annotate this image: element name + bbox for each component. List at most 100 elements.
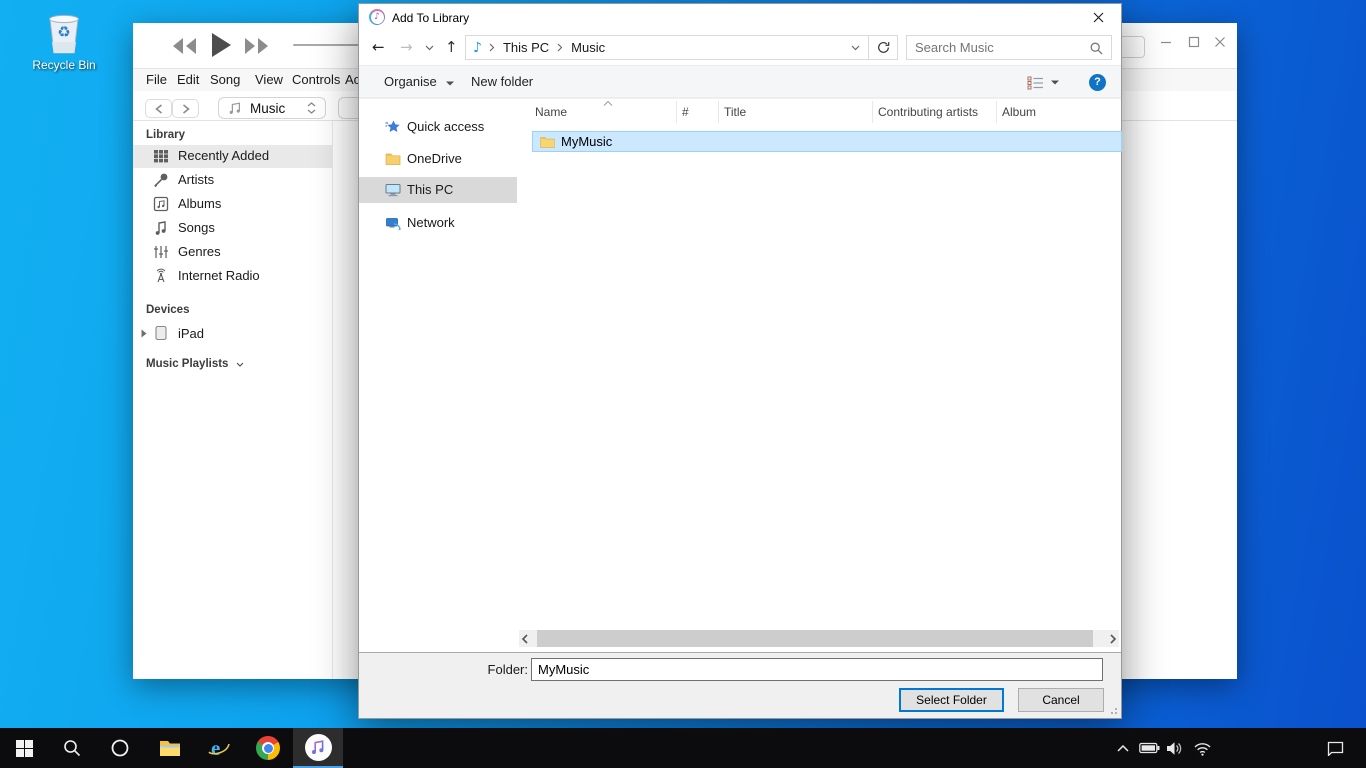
- place-network[interactable]: Network: [359, 210, 517, 236]
- itunes-minimize-button[interactable]: [1155, 32, 1177, 52]
- library-header: Library: [146, 129, 185, 141]
- breadcrumb-chevron-icon[interactable]: [557, 43, 563, 52]
- file-list: Name # Title Contributing artists Album: [517, 99, 1121, 652]
- file-name: MyMusic: [561, 134, 612, 149]
- forward-arrow-button[interactable]: →: [400, 38, 413, 56]
- dialog-title: Add To Library: [392, 11, 469, 25]
- recycle-bin-desktop-icon[interactable]: ♻ Recycle Bin: [24, 8, 104, 72]
- details-view-icon[interactable]: [1027, 76, 1044, 90]
- sidebar-item-label: Songs: [178, 220, 215, 235]
- column-header-name[interactable]: Name: [530, 101, 677, 123]
- recent-locations-chevron-icon[interactable]: [425, 45, 434, 51]
- place-label: This PC: [407, 182, 453, 197]
- file-explorer-icon: [159, 739, 181, 757]
- menu-file[interactable]: File: [146, 72, 167, 87]
- column-header-number[interactable]: #: [677, 101, 719, 123]
- svg-text:♻: ♻: [57, 23, 70, 41]
- place-label: OneDrive: [407, 151, 462, 166]
- menu-controls[interactable]: Controls: [292, 72, 340, 87]
- sidebar-item-recently-added[interactable]: Recently Added: [133, 145, 332, 168]
- file-row-mymusic[interactable]: MyMusic: [532, 131, 1122, 152]
- sidebar-item-label: Albums: [178, 196, 221, 211]
- breadcrumb-music[interactable]: Music: [571, 40, 605, 55]
- sidebar-item-genres[interactable]: Genres: [133, 241, 332, 264]
- up-one-level-button[interactable]: ↑: [445, 38, 458, 56]
- itunes-back-button[interactable]: [145, 99, 172, 118]
- address-dropdown-chevron-icon[interactable]: [851, 45, 860, 51]
- dialog-titlebar[interactable]: ♪ Add To Library: [359, 4, 1121, 31]
- itunes-forward-button[interactable]: [172, 99, 199, 118]
- sidebar-item-songs[interactable]: Songs: [133, 217, 332, 240]
- expand-arrow-icon[interactable]: [141, 329, 147, 338]
- play-button[interactable]: [210, 32, 232, 58]
- music-note-icon: [228, 101, 242, 115]
- new-folder-button[interactable]: New folder: [471, 74, 533, 89]
- organise-menu-button[interactable]: Organise: [384, 74, 454, 89]
- fast-forward-button[interactable]: [244, 37, 270, 55]
- cortana-icon: [111, 739, 129, 757]
- view-dropdown-caret-icon[interactable]: [1051, 80, 1059, 85]
- chrome-button[interactable]: [244, 728, 292, 768]
- column-header-album[interactable]: Album: [997, 101, 1123, 123]
- scroll-right-arrow-icon[interactable]: [1109, 634, 1117, 644]
- taskbar-search-button[interactable]: [48, 728, 96, 768]
- media-kind-dropdown[interactable]: Music: [218, 97, 326, 119]
- rewind-button[interactable]: [171, 37, 197, 55]
- internet-explorer-button[interactable]: e: [195, 728, 243, 768]
- place-this-pc[interactable]: This PC: [359, 177, 517, 203]
- scrollbar-thumb[interactable]: [537, 630, 1093, 647]
- scroll-left-arrow-icon[interactable]: [521, 634, 529, 644]
- back-arrow-button[interactable]: ←: [372, 38, 385, 56]
- folder-name-input[interactable]: [531, 658, 1103, 681]
- search-input[interactable]: [907, 36, 1111, 59]
- dialog-footer: Folder: Select Folder Cancel: [359, 652, 1121, 718]
- itunes-taskbar-button[interactable]: [293, 728, 343, 768]
- column-header-title[interactable]: Title: [719, 101, 873, 123]
- wifi-tray-icon[interactable]: [1188, 728, 1216, 768]
- battery-tray-icon[interactable]: [1136, 728, 1162, 768]
- sidebar-item-artists[interactable]: Artists: [133, 169, 332, 192]
- cortana-button[interactable]: [96, 728, 144, 768]
- itunes-icon: [305, 734, 332, 761]
- place-onedrive[interactable]: OneDrive: [359, 146, 517, 172]
- show-hidden-icons-button[interactable]: [1110, 728, 1136, 768]
- sidebar-item-ipad[interactable]: iPad: [133, 321, 332, 345]
- chevron-up-icon: [1117, 745, 1129, 752]
- music-playlists-header[interactable]: Music Playlists: [146, 358, 244, 370]
- folder-icon: [385, 151, 401, 167]
- search-icon[interactable]: [1090, 42, 1103, 55]
- sidebar-item-internet-radio[interactable]: Internet Radio: [133, 265, 332, 288]
- resize-grip[interactable]: [1108, 705, 1118, 715]
- menu-song[interactable]: Song: [210, 72, 240, 87]
- column-header-contributing-artists[interactable]: Contributing artists: [873, 101, 997, 123]
- start-button[interactable]: [0, 728, 48, 768]
- breadcrumb-chevron-icon[interactable]: [489, 43, 495, 52]
- updown-chevron-icon: [307, 102, 316, 114]
- itunes-maximize-button[interactable]: [1183, 32, 1205, 52]
- devices-header: Devices: [146, 304, 189, 316]
- menu-view[interactable]: View: [255, 72, 283, 87]
- antenna-icon: [153, 268, 169, 284]
- help-button[interactable]: ?: [1089, 74, 1106, 91]
- address-bar[interactable]: ♪ This PC Music: [465, 35, 869, 60]
- place-quick-access[interactable]: Quick access: [359, 114, 517, 140]
- refresh-button[interactable]: [869, 35, 898, 60]
- speaker-icon: [1166, 741, 1184, 756]
- cancel-button[interactable]: Cancel: [1018, 688, 1104, 712]
- dialog-close-button[interactable]: [1076, 4, 1121, 31]
- folder-icon: [540, 136, 555, 148]
- refresh-icon: [877, 41, 890, 54]
- menu-edit[interactable]: Edit: [177, 72, 199, 87]
- volume-tray-icon[interactable]: [1162, 728, 1188, 768]
- select-folder-button[interactable]: Select Folder: [899, 688, 1004, 712]
- file-explorer-button[interactable]: [146, 728, 194, 768]
- place-label: Network: [407, 215, 455, 230]
- action-center-button[interactable]: [1320, 728, 1350, 768]
- windows-logo-icon: [16, 740, 33, 757]
- sidebar-item-albums[interactable]: Albums: [133, 193, 332, 216]
- horizontal-scrollbar[interactable]: [519, 630, 1119, 647]
- itunes-close-button[interactable]: [1209, 32, 1231, 52]
- search-box[interactable]: [906, 35, 1112, 60]
- breadcrumb-this-pc[interactable]: This PC: [503, 40, 549, 55]
- recycle-bin-label: Recycle Bin: [24, 58, 104, 72]
